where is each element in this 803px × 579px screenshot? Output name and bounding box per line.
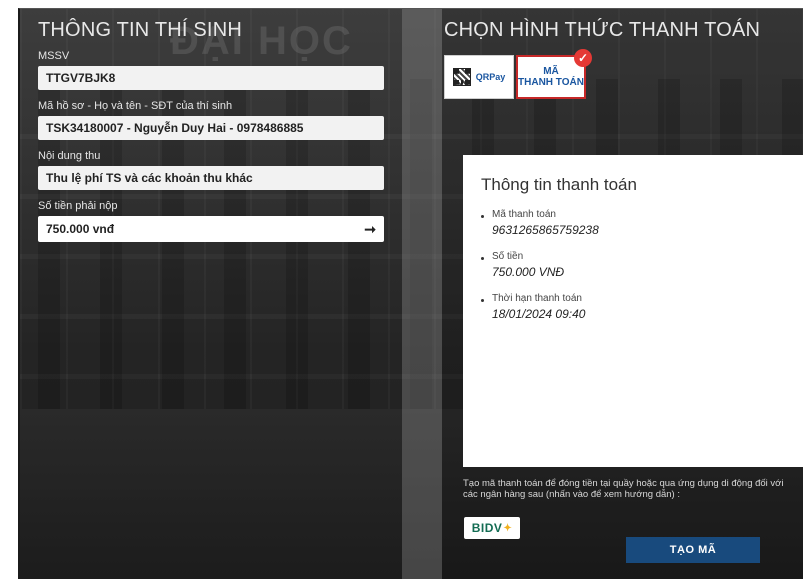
deadline-item-value: 18/01/2024 09:40 bbox=[492, 307, 586, 321]
payment-content-label: Nội dung thu bbox=[38, 150, 101, 162]
amount-item: Số tiền 750.000 VNĐ bbox=[481, 251, 789, 279]
candidate-profile-value: TSK34180007 - Nguyễn Duy Hai - 097848688… bbox=[46, 121, 304, 135]
payment-info-card: Thông tin thanh toán Mã thanh toán 96312… bbox=[463, 155, 803, 467]
payment-code-option[interactable]: MÃ THANH TOÁN ✓ bbox=[516, 49, 592, 99]
amount-item-value: 750.000 VNĐ bbox=[492, 265, 565, 279]
payment-content-value: Thu lệ phí TS và các khoản thu khác bbox=[46, 171, 253, 185]
payment-method-title: CHỌN HÌNH THỨC THANH TOÁN bbox=[444, 19, 761, 41]
bullet bbox=[481, 257, 484, 260]
payment-info-title: Thông tin thanh toán bbox=[481, 175, 637, 194]
amount-due-value: 750.000 vnđ bbox=[46, 222, 115, 236]
bullet bbox=[481, 299, 484, 302]
arrow-right-icon[interactable]: ➞ bbox=[364, 221, 376, 238]
payment-code-item: Mã thanh toán 9631265865759238 bbox=[481, 209, 789, 237]
amount-due-label: Số tiền phải nộp bbox=[38, 200, 118, 212]
candidate-profile-label: Mã hồ sơ - Họ và tên - SĐT của thí sinh bbox=[38, 100, 233, 112]
bidv-bank-logo[interactable]: BIDV ✦ bbox=[464, 517, 520, 539]
bullet bbox=[481, 215, 484, 218]
payment-page: ĐẠI HỌC THÔNG TIN THÍ SINH MSSV TTGV7BJK… bbox=[18, 8, 803, 579]
bidv-star-icon: ✦ bbox=[503, 522, 513, 534]
payment-code-item-value: 9631265865759238 bbox=[492, 223, 599, 237]
background-slogan bbox=[180, 471, 184, 489]
student-id-value: TTGV7BJK8 bbox=[46, 71, 116, 85]
bank-instructions-note: Tạo mã thanh toán để đóng tiền tại quầy … bbox=[463, 478, 784, 500]
payment-code-item-label: Mã thanh toán bbox=[492, 209, 556, 220]
payment-code-line1: MÃ bbox=[543, 66, 559, 77]
amount-due-field[interactable]: 750.000 vnđ ➞ bbox=[38, 216, 384, 242]
student-id-field: TTGV7BJK8 bbox=[38, 66, 384, 90]
candidate-profile-field: TSK34180007 - Nguyễn Duy Hai - 097848688… bbox=[38, 116, 384, 140]
deadline-item: Thời hạn thanh toán 18/01/2024 09:40 bbox=[481, 293, 789, 321]
payment-content-field: Thu lệ phí TS và các khoản thu khác bbox=[38, 166, 384, 190]
bidv-bank-name: BIDV bbox=[471, 521, 503, 535]
qrpay-label: QRPay bbox=[475, 72, 506, 82]
payment-method-options: QRPay MÃ THANH TOÁN ✓ bbox=[444, 49, 784, 99]
candidate-info-title: THÔNG TIN THÍ SINH bbox=[38, 19, 242, 41]
create-code-button[interactable]: TẠO MÃ bbox=[626, 537, 760, 563]
candidate-info-panel: THÔNG TIN THÍ SINH MSSV TTGV7BJK8 Mã hồ … bbox=[38, 19, 384, 242]
qr-code-icon bbox=[452, 68, 471, 86]
student-id-label: MSSV bbox=[38, 50, 70, 62]
deadline-item-label: Thời hạn thanh toán bbox=[492, 293, 582, 304]
qrpay-option[interactable]: QRPay bbox=[444, 55, 514, 99]
amount-item-label: Số tiền bbox=[492, 251, 524, 262]
checkmark-icon: ✓ bbox=[574, 49, 592, 67]
payment-code-label: MÃ THANH TOÁN bbox=[518, 66, 584, 88]
panel-divider bbox=[402, 9, 442, 579]
payment-code-line2: THANH TOÁN bbox=[518, 77, 584, 88]
payment-method-panel: CHỌN HÌNH THỨC THANH TOÁN QRPay MÃ THANH… bbox=[444, 19, 784, 99]
